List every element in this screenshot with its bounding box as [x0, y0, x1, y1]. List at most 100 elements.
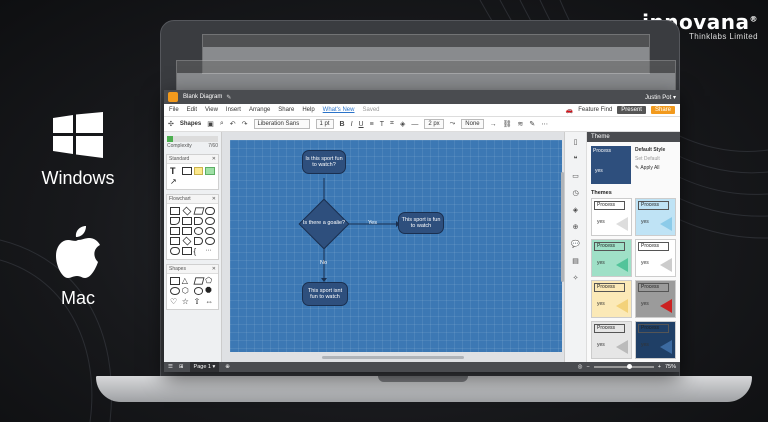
- feature-find-button[interactable]: Feature Find: [578, 107, 612, 113]
- octagon-shape[interactable]: ⯃: [205, 287, 215, 295]
- triangle-shape[interactable]: △: [182, 277, 192, 285]
- theme-card[interactable]: Process yes: [591, 239, 632, 277]
- theme-card[interactable]: Process yes: [635, 280, 676, 318]
- more-icon[interactable]: ⋯: [541, 120, 548, 128]
- stored-data-shape[interactable]: [170, 247, 180, 255]
- off-page-shape[interactable]: [181, 247, 192, 255]
- card-shape[interactable]: [181, 227, 192, 235]
- display-shape[interactable]: [193, 217, 204, 225]
- decision-shape[interactable]: [182, 206, 192, 216]
- line-width-select[interactable]: 2 px: [424, 119, 444, 129]
- layers-icon[interactable]: ≋: [518, 120, 524, 128]
- add-page-icon[interactable]: ⊕: [225, 364, 230, 370]
- zoom-slider[interactable]: [593, 364, 654, 369]
- redo-icon[interactable]: ↷: [242, 120, 248, 128]
- menu-arrange[interactable]: Arrange: [249, 107, 270, 113]
- search-icon[interactable]: ⌕: [220, 120, 224, 128]
- menu-view[interactable]: View: [205, 107, 218, 113]
- document-title[interactable]: Blank Diagram: [183, 94, 222, 100]
- start-node[interactable]: Is this sport fun to watch?: [302, 150, 346, 174]
- image-icon[interactable]: ▣: [207, 120, 214, 128]
- theme-icon[interactable]: ❝: [574, 155, 578, 163]
- theme-card[interactable]: Process yes: [591, 321, 632, 359]
- arrow-style-icon[interactable]: →: [490, 121, 497, 128]
- rectangle-shape[interactable]: [181, 167, 192, 175]
- grid-view-icon[interactable]: ⊞: [179, 364, 184, 370]
- menu-insert[interactable]: Insert: [226, 107, 241, 113]
- app-folder-icon[interactable]: [168, 92, 178, 102]
- image-shape[interactable]: [205, 167, 215, 175]
- text-shape[interactable]: T: [170, 167, 180, 176]
- ellipse-shape[interactable]: [193, 287, 204, 295]
- square-shape[interactable]: [170, 277, 180, 285]
- edit-icon[interactable]: ✎: [529, 120, 535, 128]
- manual-input-shape[interactable]: [170, 227, 180, 235]
- page-icon[interactable]: ▯: [574, 138, 578, 146]
- predefined-shape[interactable]: [181, 217, 192, 225]
- database-shape[interactable]: [193, 227, 204, 235]
- comments-icon[interactable]: 💬: [571, 240, 580, 248]
- pencil-icon[interactable]: ✎: [226, 94, 231, 101]
- italic-icon[interactable]: I: [351, 121, 353, 128]
- shapes-section-title[interactable]: Shapes: [169, 266, 186, 272]
- theme-card[interactable]: Process yes: [591, 280, 632, 318]
- sort-shape[interactable]: [182, 236, 192, 246]
- menu-file[interactable]: File: [169, 107, 179, 113]
- connector-icon[interactable]: ⤳: [450, 120, 456, 128]
- summing-junction-shape[interactable]: [205, 237, 215, 245]
- magic-icon[interactable]: ✧: [573, 274, 579, 282]
- undo-icon[interactable]: ↶: [230, 120, 236, 128]
- circle-shape[interactable]: [170, 287, 180, 295]
- standard-section-title[interactable]: Standard: [169, 156, 189, 162]
- arrow-shape[interactable]: ⇧: [194, 297, 204, 306]
- more-shapes[interactable]: ⋯: [205, 247, 215, 256]
- flowchart-section-title[interactable]: Flowchart: [169, 196, 191, 202]
- note-shape[interactable]: [193, 167, 204, 175]
- menu-edit[interactable]: Edit: [187, 107, 197, 113]
- fit-icon[interactable]: ◎: [578, 364, 583, 370]
- menu-share[interactable]: Share: [278, 107, 294, 113]
- whats-new-link[interactable]: What's New: [323, 107, 355, 113]
- apply-all-link[interactable]: Apply All: [640, 165, 659, 171]
- bracket-shape[interactable]: {: [194, 247, 204, 256]
- theme-card[interactable]: Process yes: [635, 321, 676, 359]
- underline-icon[interactable]: U: [359, 121, 364, 128]
- document-shape[interactable]: [170, 217, 180, 225]
- crop-icon[interactable]: ⌗: [390, 120, 394, 128]
- tape-shape[interactable]: [170, 237, 180, 245]
- close-icon[interactable]: ✕: [212, 266, 216, 272]
- diagram-canvas[interactable]: Is this sport fun to watch? Is there a g…: [230, 140, 562, 352]
- current-theme-preview[interactable]: Process yes: [591, 146, 631, 184]
- no-node[interactable]: This sport isnt fun to watch: [302, 282, 348, 306]
- align-icon[interactable]: ≡: [370, 121, 374, 128]
- star-shape[interactable]: ☆: [182, 297, 192, 306]
- shapes-label[interactable]: Shapes: [180, 121, 201, 127]
- present-button[interactable]: Present: [617, 106, 646, 114]
- zoom-level[interactable]: 75%: [665, 364, 676, 370]
- history-icon[interactable]: ◷: [572, 189, 578, 197]
- fill-icon[interactable]: ◈: [400, 120, 405, 128]
- heart-shape[interactable]: ♡: [170, 297, 180, 306]
- zoom-out-icon[interactable]: −: [587, 364, 590, 370]
- font-size-select[interactable]: 1 pt: [315, 119, 334, 129]
- close-icon[interactable]: ✕: [212, 156, 216, 162]
- line-style-icon[interactable]: —: [411, 121, 418, 128]
- list-view-icon[interactable]: ☰: [168, 364, 173, 370]
- set-default-link[interactable]: Set Default: [635, 155, 665, 164]
- delay-shape[interactable]: [193, 237, 204, 245]
- user-menu[interactable]: Justin Pot ▾: [645, 94, 676, 101]
- merge-shape[interactable]: [205, 227, 215, 235]
- link-icon[interactable]: ⛓: [503, 120, 512, 128]
- close-icon[interactable]: ✕: [212, 196, 216, 202]
- parallelogram-shape[interactable]: [193, 277, 204, 285]
- hexagon-shape[interactable]: ⬡: [182, 287, 192, 295]
- theme-card[interactable]: Process yes: [591, 198, 632, 236]
- text-format-icon[interactable]: T: [380, 121, 384, 128]
- presentation-icon[interactable]: ▤: [572, 257, 579, 265]
- theme-card[interactable]: Process yes: [635, 239, 676, 277]
- layers-panel-icon[interactable]: ◈: [573, 206, 578, 214]
- connector-shape[interactable]: [205, 217, 215, 225]
- menu-help[interactable]: Help: [302, 107, 314, 113]
- zoom-slider-knob[interactable]: [626, 364, 632, 369]
- yes-node[interactable]: This sport is fun to watch: [398, 212, 444, 234]
